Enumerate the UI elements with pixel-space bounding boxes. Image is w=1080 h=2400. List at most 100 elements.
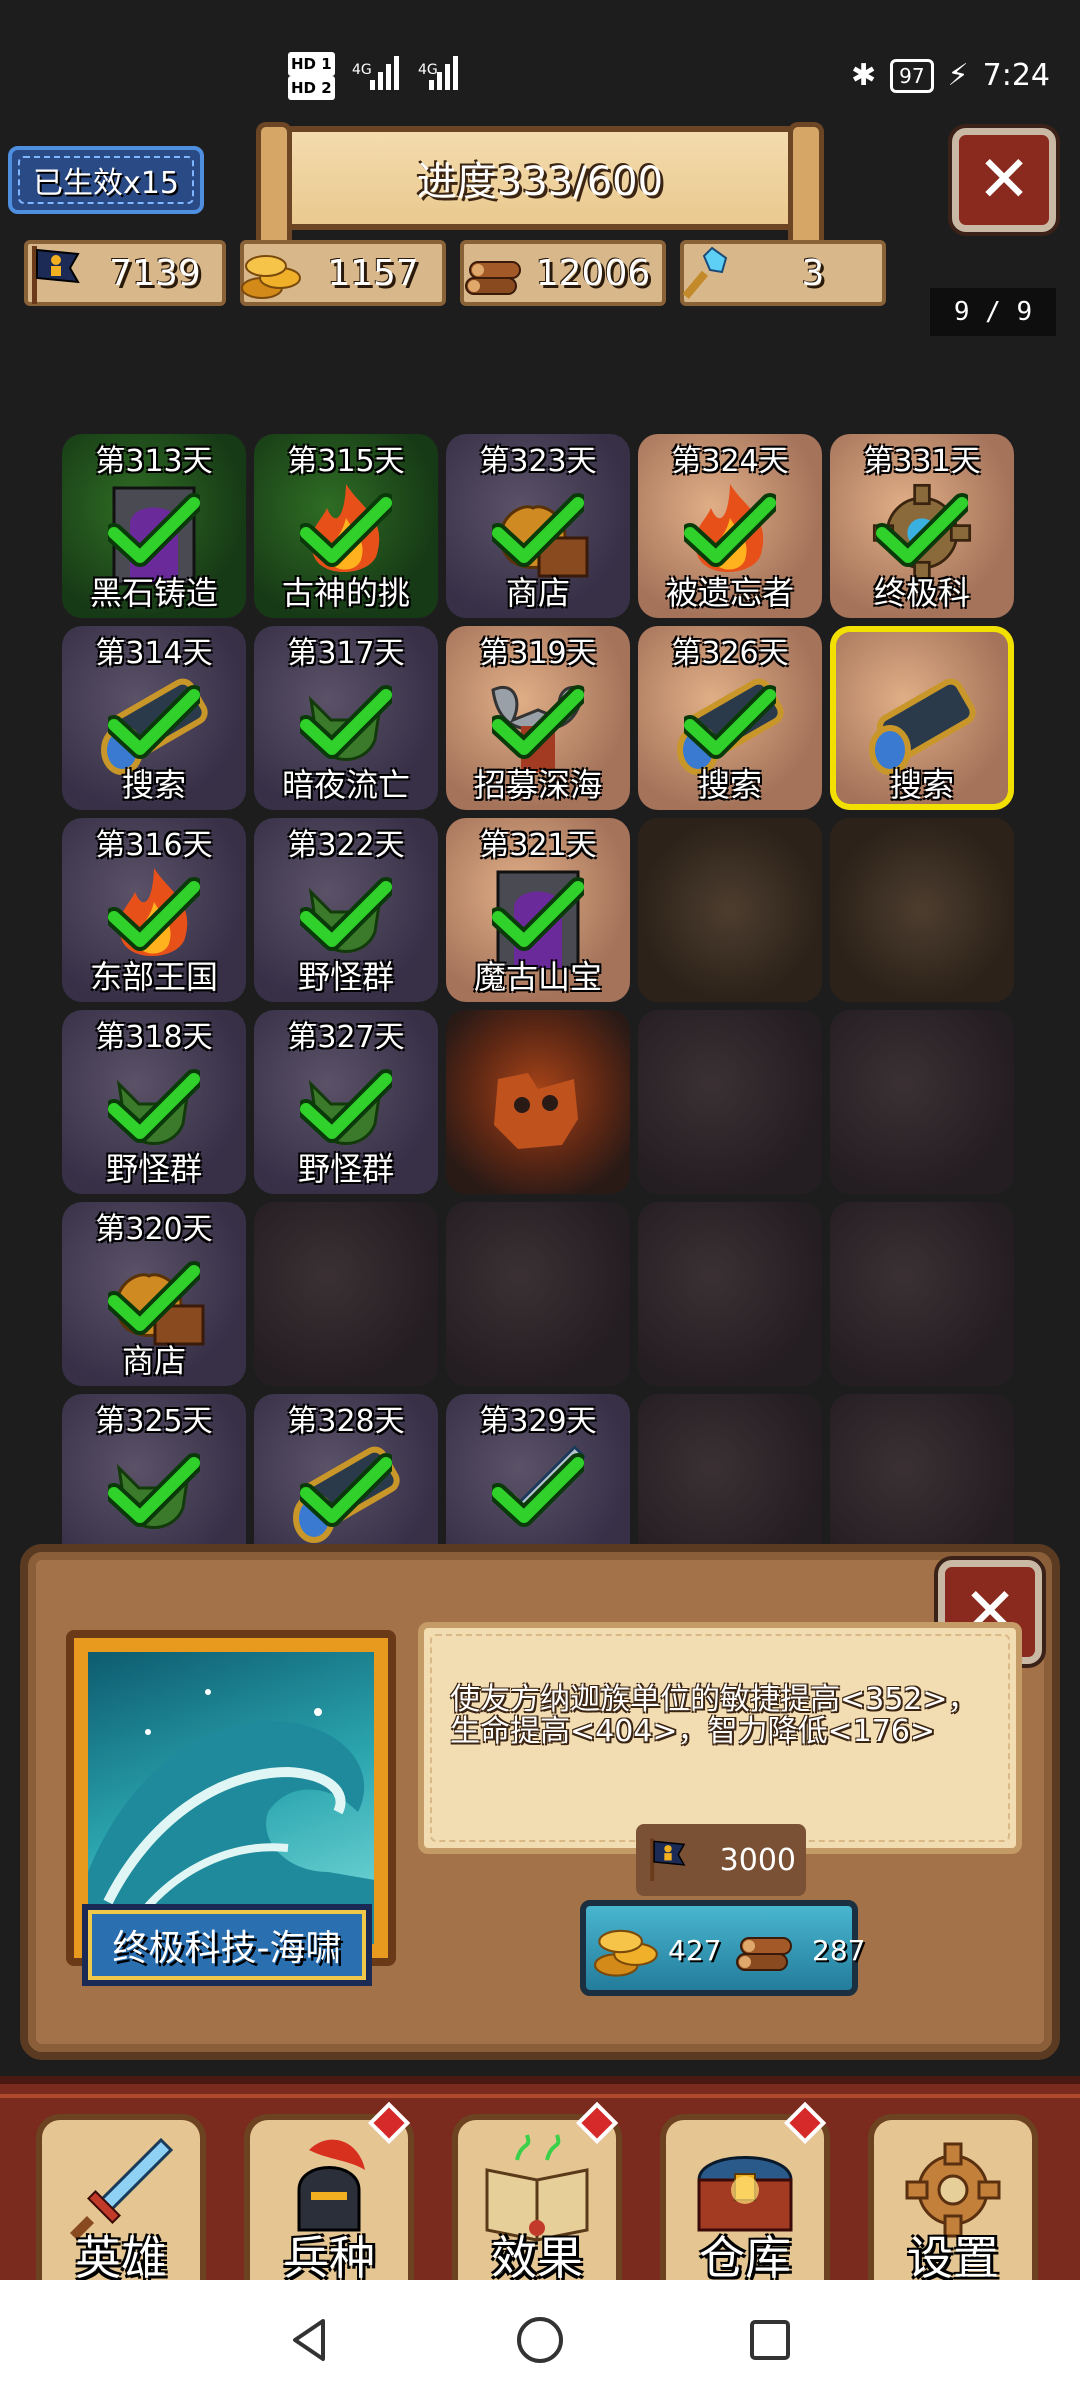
tile-label: 被遗忘者 [665, 574, 794, 612]
tile-day: 第324天 [671, 444, 789, 479]
nav-units[interactable]: 兵种 [244, 2101, 414, 2288]
checkmark-icon [872, 493, 972, 573]
recents-icon[interactable] [740, 2310, 800, 2370]
battery-icon: 97 [890, 58, 934, 93]
tile-label: 古神的挑 [281, 574, 410, 612]
gold-value: 1157 [327, 252, 419, 294]
resource-population: 7139 [24, 240, 226, 306]
tile-day: 第316天 [95, 828, 213, 863]
tile-day: 第329天 [479, 1404, 597, 1439]
nav-settings[interactable]: 设置 [868, 2114, 1038, 2288]
grid-tile-lava[interactable] [446, 1010, 630, 1194]
status-bar: HD 1 HD 2 4G 4G ✱ 97 ⚡ 7:24 [0, 0, 1080, 120]
gold-coins-icon [236, 238, 308, 310]
tile-day: 第326天 [671, 636, 789, 671]
tile-label: 搜索 [889, 766, 954, 804]
cost-wood: 287 [812, 1934, 866, 1967]
gold-coins-icon [592, 1918, 662, 1986]
hd2-badge: HD 2 [288, 76, 335, 100]
hd1-badge: HD 1 [288, 52, 335, 76]
grid-tile[interactable]: 第316天东部王国 [62, 818, 246, 1002]
home-icon[interactable] [510, 2310, 570, 2370]
requirement-value: 3000 [719, 1842, 796, 1878]
tile-day: 第322天 [287, 828, 405, 863]
grid-tile[interactable] [830, 818, 1014, 1002]
tile-label: 野怪群 [297, 1150, 394, 1188]
key-value: 3 [801, 252, 825, 294]
grid-tile[interactable]: 第331天终极科 [830, 434, 1014, 618]
nav-effects[interactable]: 效果 [452, 2101, 622, 2288]
game-screen: { "status_bar": {"hd1": "HD 1", "hd2": "… [0, 0, 1080, 2400]
bluetooth-icon: ✱ [850, 58, 877, 93]
tech-name: 终极科技-海啸 [82, 1904, 372, 1986]
progress-text: 进度333/600 [416, 159, 664, 205]
grid-tile[interactable]: 第318天野怪群 [62, 1010, 246, 1194]
back-icon[interactable] [280, 2310, 340, 2370]
generations-chip[interactable]: 已生效x15 [8, 146, 204, 214]
resource-gold: 1157 [240, 240, 446, 306]
nav-storage[interactable]: 仓库 [660, 2101, 830, 2288]
grid-tile[interactable]: 第326天搜索 [638, 626, 822, 810]
tile-day: 第331天 [863, 444, 981, 479]
nav-heroes[interactable]: 英雄 [36, 2114, 206, 2288]
tile-label: 终极科 [873, 574, 970, 612]
grid-tile[interactable] [254, 1202, 438, 1386]
grid-tile[interactable] [830, 1202, 1014, 1386]
checkmark-icon [488, 1453, 588, 1533]
grid-tile[interactable]: 第323天 商店 [446, 434, 630, 618]
grid-tile[interactable] [638, 1202, 822, 1386]
resource-wood: 12006 [460, 240, 666, 306]
grid-tile[interactable]: 搜索 [830, 626, 1014, 810]
grid-tile[interactable] [830, 1010, 1014, 1194]
tile-label: 魔古山宝 [473, 958, 602, 996]
grid-tile[interactable]: 第321天 魔古山宝 [446, 818, 630, 1002]
crystal-key-icon [676, 238, 748, 310]
sim-indicators: HD 1 HD 2 [288, 52, 335, 100]
tile-day: 第323天 [479, 444, 597, 479]
tile-label: 搜索 [121, 766, 186, 804]
grid-tile[interactable]: 第324天被遗忘者 [638, 434, 822, 618]
close-button[interactable]: ✕ [952, 128, 1056, 232]
checkmark-icon [296, 1453, 396, 1533]
cost-gold: 427 [668, 1934, 722, 1967]
tile-label: 招募深海 [473, 766, 602, 804]
grid-tile[interactable] [638, 818, 822, 1002]
checkmark-icon [488, 493, 588, 573]
tech-description: 使友方纳迦族单位的敏捷提高<352>，生命提高<404>，智力降低<176> [450, 1682, 978, 1749]
tech-description-box: 使友方纳迦族单位的敏捷提高<352>，生命提高<404>，智力降低<176> [418, 1622, 1022, 1854]
grid-tile[interactable] [638, 1010, 822, 1194]
tile-label: 黑石铸造 [89, 574, 218, 612]
page-indicator: 9 / 9 [930, 288, 1056, 336]
grid-tile[interactable] [446, 1202, 630, 1386]
grid-tile[interactable]: 第319天招募深海 [446, 626, 630, 810]
grid-tile[interactable]: 第320天 商店 [62, 1202, 246, 1386]
checkmark-icon [680, 685, 780, 765]
banner-population-icon [20, 238, 92, 310]
checkmark-icon [104, 493, 204, 573]
grid-tile[interactable]: 第322天 野怪群 [254, 818, 438, 1002]
tile-day: 第317天 [287, 636, 405, 671]
tile-day: 第325天 [95, 1404, 213, 1439]
grid-tile[interactable]: 第327天 野怪群 [254, 1010, 438, 1194]
tile-label: 野怪群 [105, 1150, 202, 1188]
research-button[interactable]: 427 287 [580, 1900, 865, 1996]
charging-icon: ⚡ [947, 58, 969, 93]
tile-day: 第314天 [95, 636, 213, 671]
bottom-nav: 英雄 兵种 效果 仓库 设置 [0, 2076, 1080, 2288]
requirement-badge: 3000 [636, 1824, 806, 1896]
tile-day: 第319天 [479, 636, 597, 671]
grid-tile[interactable]: 第315天 古神的挑 [254, 434, 438, 618]
tile-label: 东部王国 [89, 958, 218, 996]
event-grid: 第313天 黑石铸造 第315天 古神的挑 第323天 商店 第324天 被遗忘者 第331天终… [62, 434, 1022, 1578]
banner-population-icon [646, 1832, 690, 1894]
signal-icon [358, 54, 458, 90]
grid-tile[interactable]: 第313天 黑石铸造 [62, 434, 246, 618]
grid-tile[interactable]: 第317天 暗夜流亡 [254, 626, 438, 810]
checkmark-icon [104, 1453, 204, 1533]
checkmark-icon [488, 877, 588, 957]
grid-tile[interactable]: 第314天搜索 [62, 626, 246, 810]
checkmark-icon [296, 1069, 396, 1149]
lava-icon [478, 1049, 598, 1169]
tile-label: 搜索 [697, 766, 762, 804]
tile-day: 第318天 [95, 1020, 213, 1055]
